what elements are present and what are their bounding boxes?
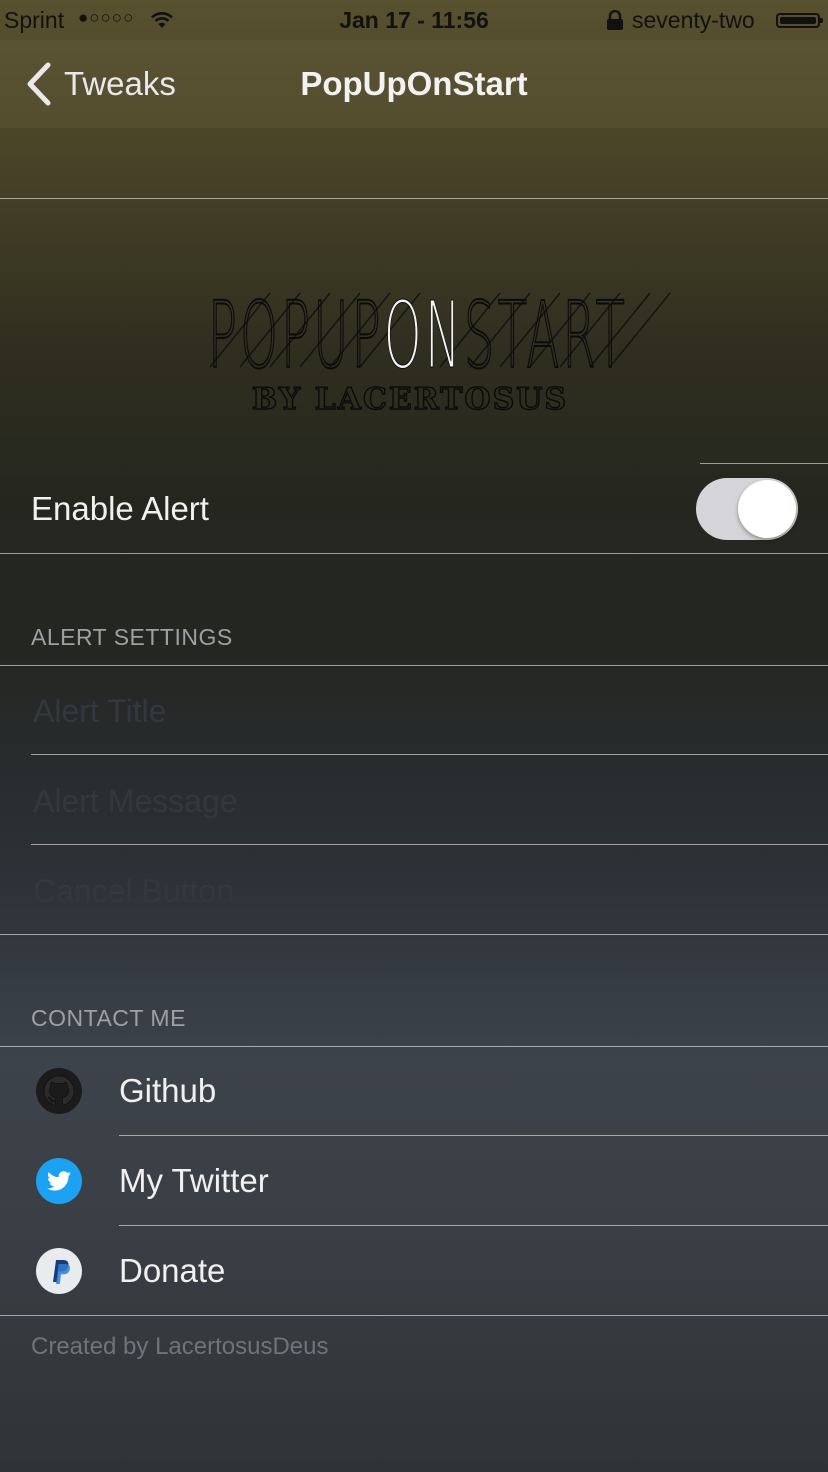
divider (31, 754, 828, 755)
cancel-button-field-row (0, 846, 828, 935)
alert-message-input[interactable] (31, 778, 795, 824)
alert-title-input[interactable] (31, 688, 795, 734)
footer-credit: Created by LacertosusDeus (31, 1333, 329, 1360)
contact-me-header: CONTACT ME (31, 1005, 186, 1031)
alert-title-field-row (0, 666, 828, 755)
logo-text-on: ON (384, 285, 464, 389)
page-title: PopUpOnStart (300, 65, 528, 102)
svg-text:POPUPONSTART: POPUPONSTART (208, 285, 628, 389)
divider (31, 844, 828, 845)
contact-row-github[interactable]: Github (0, 1047, 828, 1136)
cancel-button-input[interactable] (31, 868, 795, 914)
battery-icon (776, 13, 823, 28)
enable-alert-label: Enable Alert (31, 490, 209, 527)
tweak-banner-logo: POPUPONSTART BY LACERTOSUS (207, 285, 671, 418)
divider (119, 1225, 828, 1226)
github-icon (36, 1068, 82, 1114)
status-bar: Sprint ●○○○○ Jan 17 - 11:56 seventy-two (0, 0, 828, 40)
paypal-icon (36, 1248, 82, 1294)
divider (0, 1315, 828, 1316)
github-label: Github (119, 1072, 217, 1109)
logo-byline: BY LACERTOSUS (252, 382, 568, 417)
contact-row-twitter[interactable]: My Twitter (0, 1137, 828, 1226)
divider (0, 198, 828, 199)
divider (0, 553, 828, 554)
enable-alert-switch[interactable] (696, 478, 798, 540)
twitter-icon (36, 1158, 82, 1204)
alert-message-field-row (0, 756, 828, 845)
navigation-bar: Tweaks PopUpOnStart (0, 40, 828, 128)
twitter-label: My Twitter (119, 1162, 269, 1199)
lock-icon (606, 9, 624, 36)
contact-row-donate[interactable]: Donate (0, 1227, 828, 1316)
divider (0, 934, 828, 935)
divider (119, 1135, 828, 1136)
alert-settings-header: ALERT SETTINGS (31, 624, 233, 650)
logo-text-popup: POPUP (208, 285, 384, 389)
switch-knob (738, 480, 796, 538)
enable-alert-row: Enable Alert (0, 464, 828, 553)
device-name: seventy-two (632, 7, 755, 33)
donate-label: Donate (119, 1252, 226, 1289)
logo-text-start: START (464, 285, 628, 389)
